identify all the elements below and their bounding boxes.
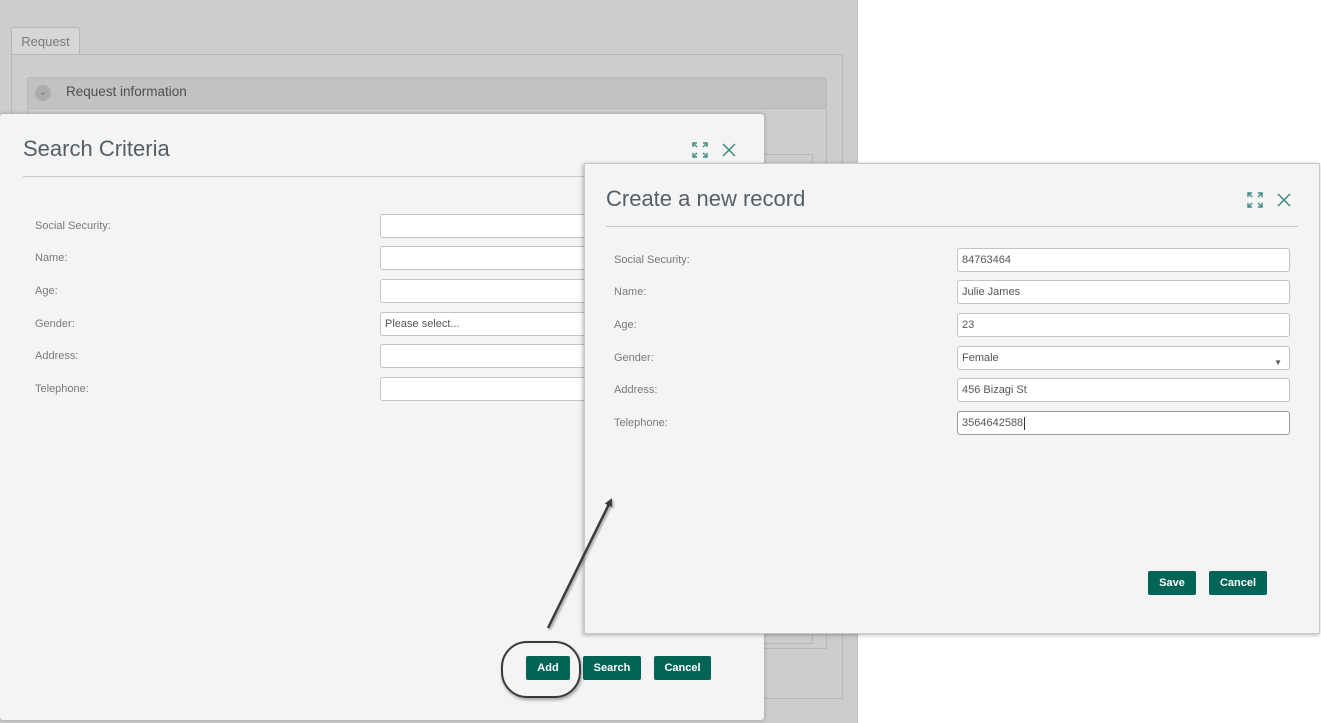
- save-button[interactable]: Save: [1148, 571, 1196, 595]
- gender-value: Female: [962, 352, 999, 364]
- highlight-ring: [501, 641, 581, 698]
- close-icon[interactable]: [1275, 191, 1293, 209]
- create-record-dialog: Create a new record Social Security: 847…: [584, 163, 1320, 634]
- age-label: Age:: [35, 285, 58, 297]
- text-caret: [1024, 416, 1026, 430]
- age-input[interactable]: 23: [957, 313, 1290, 337]
- dialog-title: Create a new record: [606, 186, 806, 211]
- name-label: Name:: [614, 286, 647, 298]
- telephone-value: 3564642588: [962, 417, 1024, 429]
- tab-request[interactable]: Request: [11, 27, 80, 55]
- name-input[interactable]: Julie James: [957, 280, 1290, 304]
- maximize-icon[interactable]: [691, 141, 709, 159]
- address-input[interactable]: 456 Bizagi St: [957, 378, 1290, 402]
- dialog-divider: [606, 226, 1298, 227]
- gender-label: Gender:: [614, 352, 654, 364]
- address-label: Address:: [35, 350, 79, 362]
- section-title: Request information: [66, 84, 187, 99]
- social-security-input[interactable]: 84763464: [957, 248, 1290, 272]
- dialog-title: Search Criteria: [23, 136, 170, 161]
- address-label: Address:: [614, 384, 658, 396]
- maximize-icon[interactable]: [1246, 191, 1264, 209]
- telephone-input[interactable]: 3564642588: [957, 411, 1290, 435]
- cancel-button[interactable]: Cancel: [1209, 571, 1267, 595]
- age-label: Age:: [614, 319, 637, 331]
- cancel-button[interactable]: Cancel: [654, 656, 711, 680]
- stage: Request ⌄ Request information Search Cri…: [0, 0, 1321, 723]
- chevron-down-icon[interactable]: ⌄: [35, 85, 51, 101]
- social-security-label: Social Security:: [614, 254, 690, 266]
- dropdown-arrow-icon[interactable]: ▼: [1274, 352, 1282, 374]
- telephone-label: Telephone:: [614, 417, 668, 429]
- telephone-label: Telephone:: [35, 383, 89, 395]
- close-icon[interactable]: [720, 141, 738, 159]
- social-security-label: Social Security:: [35, 220, 111, 232]
- gender-label: Gender:: [35, 318, 75, 330]
- search-button[interactable]: Search: [583, 656, 641, 680]
- name-label: Name:: [35, 252, 68, 264]
- gender-select[interactable]: Female ▼: [957, 346, 1290, 370]
